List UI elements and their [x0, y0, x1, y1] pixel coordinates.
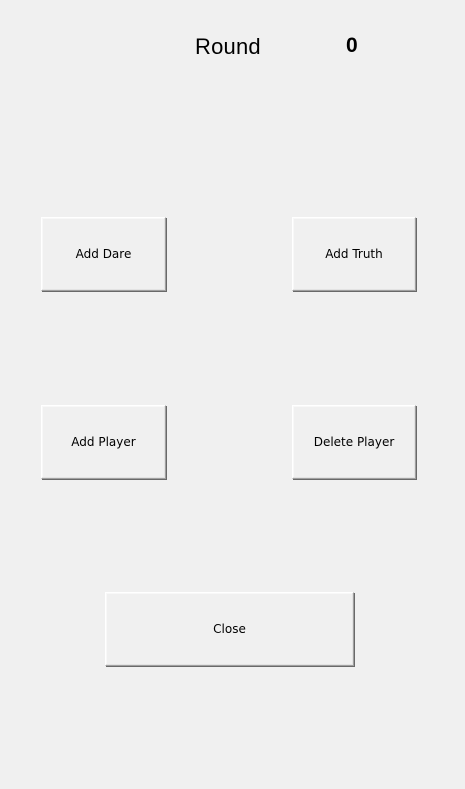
close-button[interactable]: Close: [105, 592, 354, 666]
round-label: Round: [195, 34, 261, 59]
add-truth-button[interactable]: Add Truth: [292, 217, 416, 291]
delete-player-button[interactable]: Delete Player: [292, 405, 416, 479]
add-dare-button[interactable]: Add Dare: [41, 217, 166, 291]
game-window: Round 0 Add Dare Add Truth Add Player De…: [0, 0, 465, 789]
round-counter: 0: [346, 34, 358, 57]
add-player-button[interactable]: Add Player: [41, 405, 166, 479]
